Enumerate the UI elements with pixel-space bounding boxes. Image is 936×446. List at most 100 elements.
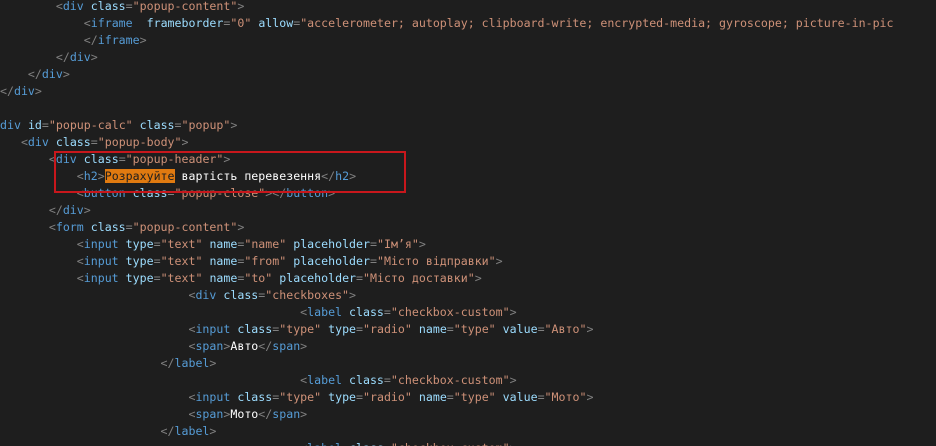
code-token: =	[125, 0, 133, 13]
code-token: <	[0, 135, 28, 149]
code-token: label	[307, 441, 342, 446]
code-token: <	[0, 0, 63, 13]
code-line[interactable]: <label class="checkbox-custom">	[0, 440, 894, 446]
code-token: >	[230, 118, 238, 132]
code-token: span	[272, 407, 301, 421]
code-token: <	[0, 339, 196, 353]
code-token: "Місто доставки"	[363, 271, 475, 285]
code-token: "checkbox-custom"	[390, 373, 510, 387]
code-line[interactable]: <input class="type" type="radio" name="t…	[0, 389, 894, 406]
code-token: Авто	[230, 339, 259, 353]
code-token: "popup-content"	[132, 0, 238, 13]
code-token: label	[307, 305, 343, 319]
code-token: =	[537, 390, 545, 404]
code-token: input	[83, 271, 119, 285]
code-line[interactable]: div id="popup-calc" class="popup">	[0, 117, 894, 134]
code-line[interactable]	[0, 100, 894, 117]
code-line[interactable]: <input type="text" name="to" placeholder…	[0, 270, 894, 287]
code-token: >	[300, 339, 308, 353]
code-line[interactable]: <input class="type" type="radio" name="t…	[0, 321, 894, 338]
code-token: Мото	[230, 407, 259, 421]
code-token: allow	[258, 16, 294, 30]
code-token: =	[90, 135, 98, 149]
code-token: >	[418, 237, 426, 251]
code-token: >	[586, 390, 594, 404]
code-token: div	[62, 0, 84, 13]
code-line[interactable]: <input type="text" name="name" placehold…	[0, 236, 894, 253]
code-token: span	[272, 339, 301, 353]
code-token: form	[55, 220, 84, 234]
code-token: >	[34, 84, 42, 98]
code-line[interactable]: <form class="popup-content">	[0, 219, 894, 236]
code-line[interactable]: <div class="checkboxes">	[0, 287, 894, 304]
code-line[interactable]: </label>	[0, 355, 894, 372]
code-token: "popup-header"	[125, 152, 224, 166]
code-token: >	[509, 373, 517, 387]
code-token: =	[356, 390, 364, 404]
code-token: "to"	[244, 271, 273, 285]
code-line[interactable]: </label>	[0, 423, 894, 440]
code-token: >	[83, 203, 91, 217]
code-token: span	[195, 407, 224, 421]
code-token: <	[0, 220, 56, 234]
code-token: class	[349, 373, 384, 387]
code-token: name	[209, 237, 238, 251]
code-token: type	[125, 254, 154, 268]
code-line[interactable]: <span>Мото</span>	[0, 406, 894, 423]
code-token: iframe	[97, 33, 140, 47]
code-editor[interactable]: <div class="popup-content"> <iframe fram…	[0, 0, 936, 446]
code-token: =	[537, 322, 545, 336]
code-line[interactable]: </div>	[0, 202, 894, 219]
code-token: </	[0, 67, 42, 81]
code-token: placeholder	[279, 271, 357, 285]
code-token: class	[139, 118, 175, 132]
code-token: h2	[335, 169, 350, 183]
code-token: =	[41, 118, 49, 132]
code-token: class	[349, 305, 384, 319]
code-token: "text"	[160, 237, 203, 251]
code-token: <	[0, 169, 84, 183]
code-token: =	[153, 254, 161, 268]
code-token: label	[174, 356, 210, 370]
code-line[interactable]: <div class="popup-body">	[0, 134, 894, 151]
code-line[interactable]: <div class="popup-content">	[0, 0, 894, 15]
code-token: "radio"	[363, 322, 412, 336]
code-line[interactable]: <button class="popup-close"></button>	[0, 185, 894, 202]
code-token: value	[502, 322, 538, 336]
code-line[interactable]: </iframe>	[0, 32, 894, 49]
code-token: =	[370, 254, 377, 268]
code-line[interactable]: <div class="popup-header">	[0, 151, 894, 168]
code-line[interactable]: <iframe frameborder="0" allow="accelerom…	[0, 15, 894, 32]
code-token: >	[90, 50, 98, 64]
code-token: "popup-content"	[132, 220, 238, 234]
code-token: >	[510, 441, 517, 446]
code-token: =	[118, 152, 126, 166]
code-token: <	[0, 390, 196, 404]
code-line[interactable]: <label class="checkbox-custom">	[0, 372, 894, 389]
code-token: id	[27, 118, 42, 132]
code-token: "popup-calc"	[48, 118, 133, 132]
code-token: placeholder	[293, 237, 370, 251]
code-line[interactable]: </div>	[0, 49, 894, 66]
code-line[interactable]: <h2>Розрахуйте вартість перевезення</h2>	[0, 168, 894, 185]
code-token: "text"	[160, 271, 203, 285]
code-lines[interactable]: <div class="popup-content"> <iframe fram…	[0, 0, 894, 446]
code-line[interactable]: </div>	[0, 83, 894, 100]
code-line[interactable]: <span>Авто</span>	[0, 338, 894, 355]
code-line[interactable]: <input type="text" name="from" placehold…	[0, 253, 894, 270]
code-line[interactable]: </div>	[0, 66, 894, 83]
code-token: "accelerometer; autoplay; clipboard-writ…	[300, 16, 894, 30]
code-token: div	[195, 288, 217, 302]
code-token: input	[83, 237, 119, 251]
code-token: </	[258, 339, 273, 353]
code-line[interactable]: <label class="checkbox-custom">	[0, 304, 894, 321]
code-token: "type"	[279, 390, 322, 404]
code-token: "checkboxes"	[265, 288, 350, 302]
code-token: >	[209, 356, 217, 370]
